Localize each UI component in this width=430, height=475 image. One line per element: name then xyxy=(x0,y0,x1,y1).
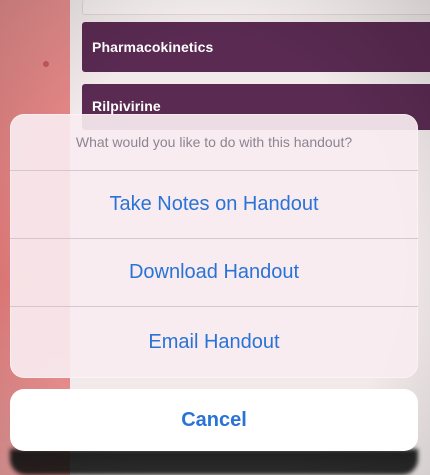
cancel-button[interactable]: Cancel xyxy=(10,389,418,451)
list-item-label: Rilpivirine xyxy=(92,98,161,114)
action-sheet: What would you like to do with this hand… xyxy=(10,114,418,378)
bullet-dot xyxy=(43,61,49,67)
sheet-shadow xyxy=(10,449,418,475)
list-item-pharmacokinetics[interactable]: Pharmacokinetics xyxy=(82,22,430,72)
action-sheet-title: What would you like to do with this hand… xyxy=(75,134,353,150)
list-item-partial[interactable] xyxy=(82,0,430,15)
list-item-label: Pharmacokinetics xyxy=(92,39,214,55)
download-handout-button[interactable]: Download Handout xyxy=(10,238,418,306)
take-notes-button[interactable]: Take Notes on Handout xyxy=(10,170,418,238)
email-handout-button[interactable]: Email Handout xyxy=(10,306,418,378)
